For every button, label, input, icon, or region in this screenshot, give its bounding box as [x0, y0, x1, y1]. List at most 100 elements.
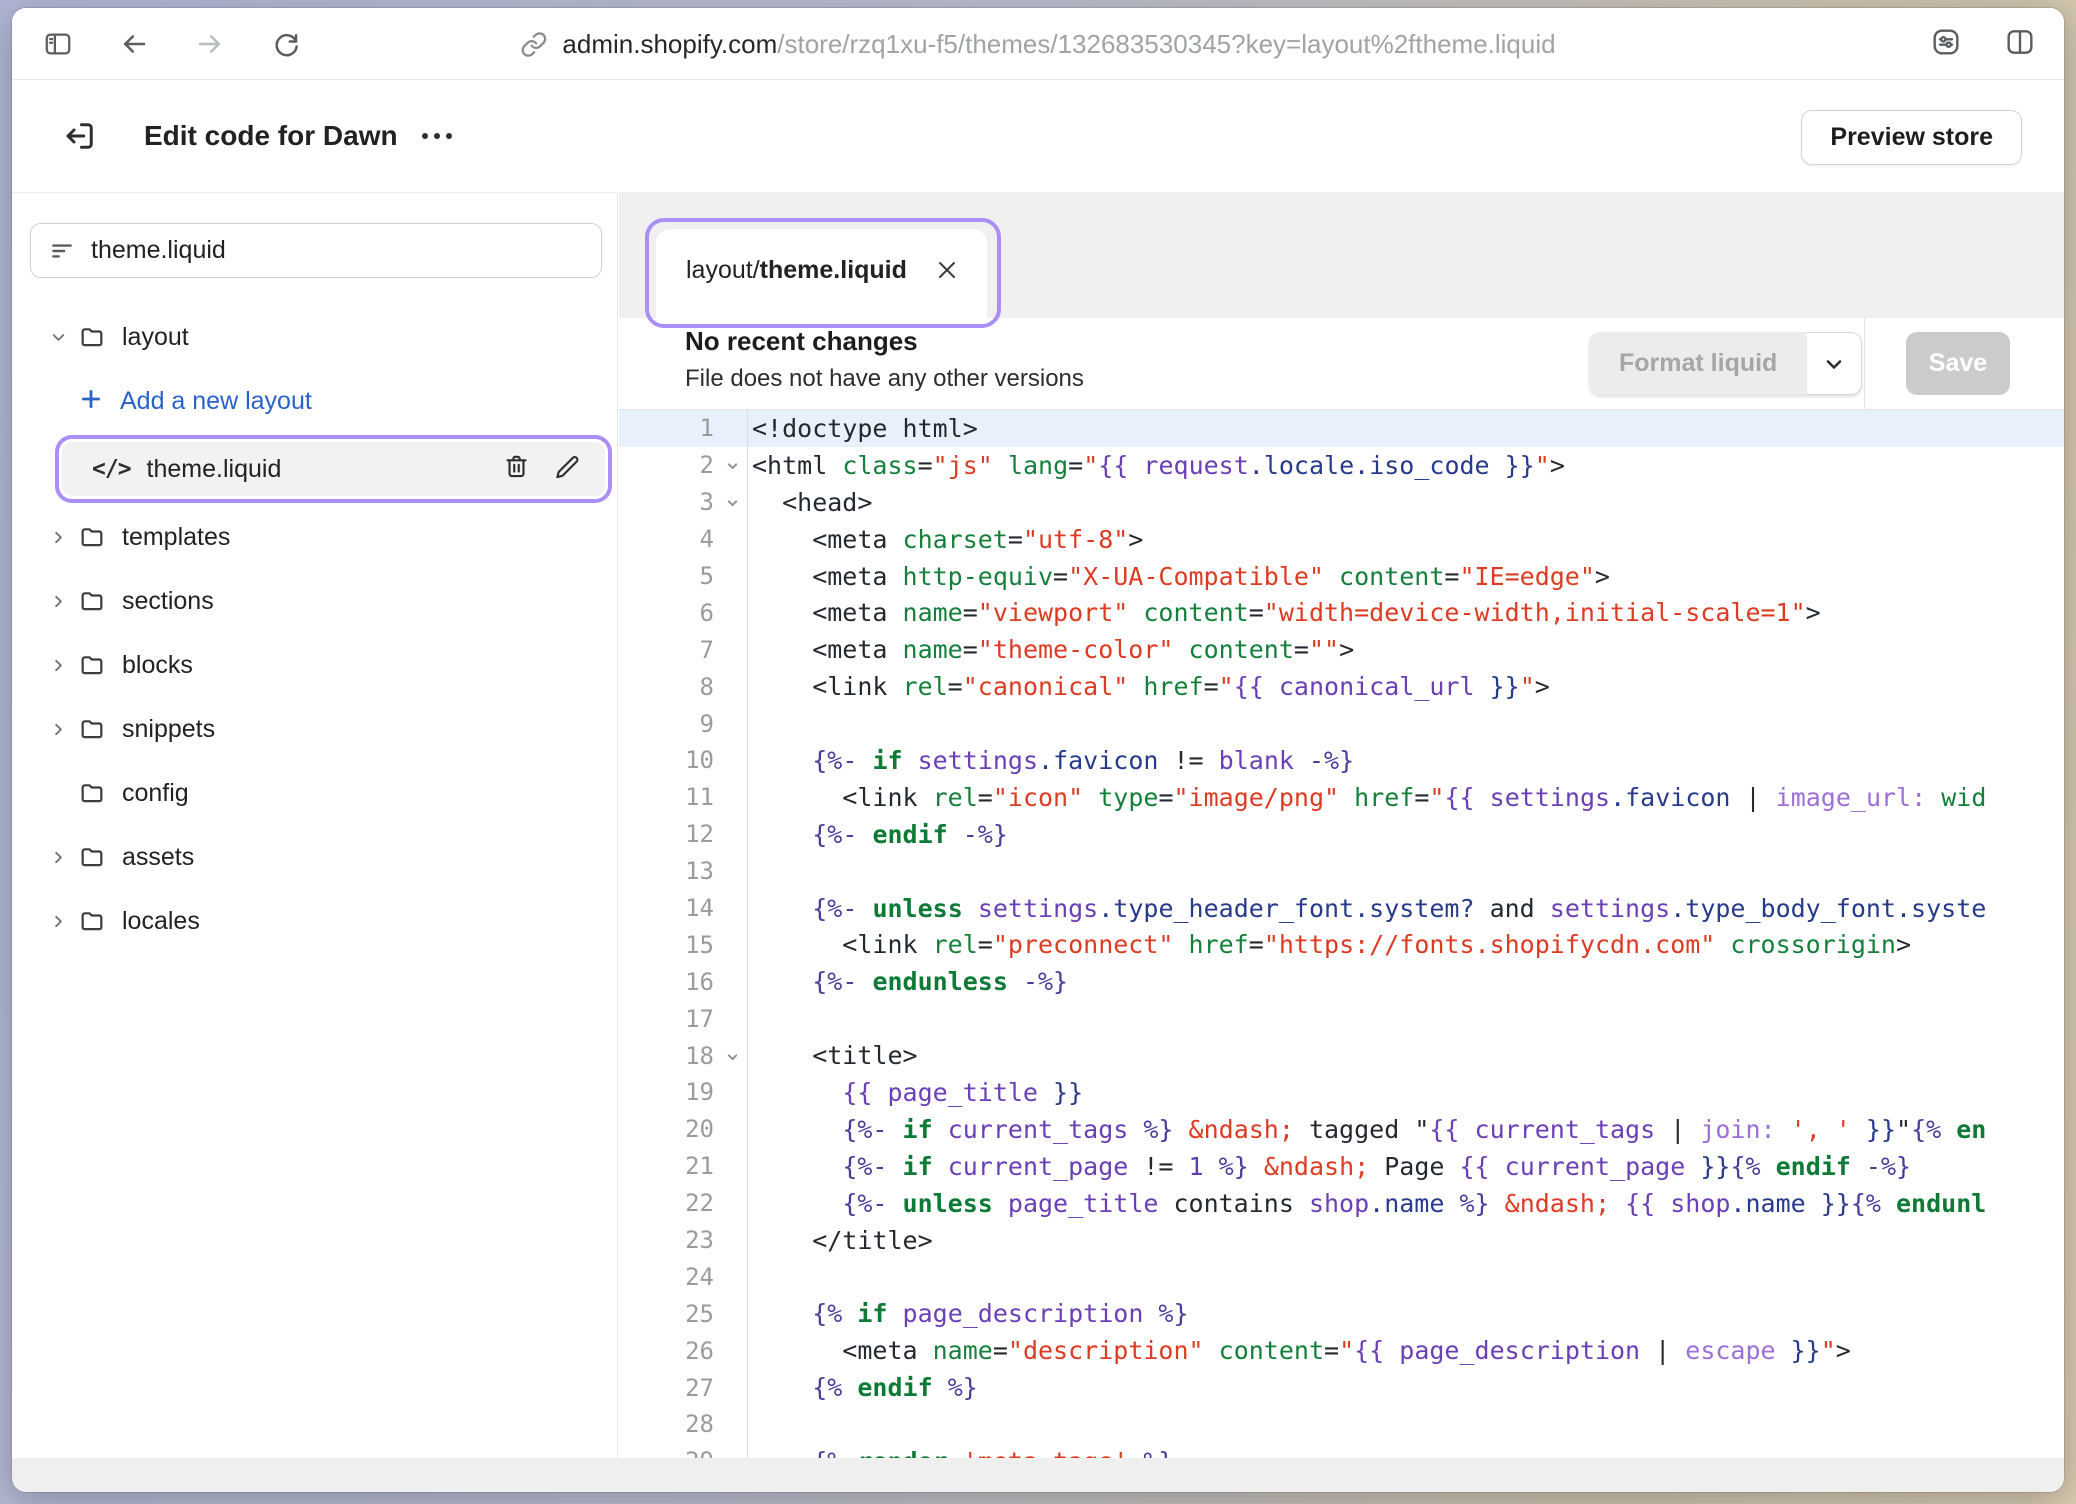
chevron-right-icon[interactable] [48, 720, 68, 739]
line-number[interactable]: 24 [619, 1263, 747, 1291]
code-text: <meta charset="utf-8"> [747, 525, 2064, 554]
line-number[interactable]: 11 [619, 783, 747, 811]
code-line-11[interactable]: 11 <link rel="icon" type="image/png" hre… [619, 779, 2064, 816]
code-line-6[interactable]: 6 <meta name="viewport" content="width=d… [619, 594, 2064, 631]
code-line-20[interactable]: 20 {%- if current_tags %} &ndash; tagged… [619, 1111, 2064, 1148]
line-number[interactable]: 7 [619, 636, 747, 664]
line-number[interactable]: 14 [619, 894, 747, 922]
more-actions-icon[interactable] [412, 116, 462, 156]
sidebar-folder-assets[interactable]: assets [12, 825, 617, 889]
code-line-15[interactable]: 15 <link rel="preconnect" href="https://… [619, 926, 2064, 963]
line-number[interactable]: 13 [619, 857, 747, 885]
line-number[interactable]: 25 [619, 1300, 747, 1328]
code-line-28[interactable]: 28 [619, 1406, 2064, 1443]
search-input[interactable] [91, 236, 583, 265]
fold-arrow-icon[interactable] [725, 1049, 740, 1064]
code-line-19[interactable]: 19 {{ page_title }} [619, 1074, 2064, 1111]
line-number[interactable]: 22 [619, 1189, 747, 1217]
chevron-right-icon[interactable] [48, 912, 68, 931]
code-line-26[interactable]: 26 <meta name="description" content="{{ … [619, 1332, 2064, 1369]
format-dropdown-button[interactable] [1807, 332, 1862, 395]
split-view-icon[interactable] [2004, 26, 2036, 63]
save-button[interactable]: Save [1906, 332, 2010, 395]
exit-editor-icon[interactable] [58, 114, 102, 158]
code-line-18[interactable]: 18 <title> [619, 1037, 2064, 1074]
line-number[interactable]: 28 [619, 1410, 747, 1438]
file-search[interactable] [30, 223, 602, 278]
line-number[interactable]: 15 [619, 931, 747, 959]
add-new-layout-link[interactable]: Add a new layout [12, 369, 617, 433]
code-line-7[interactable]: 7 <meta name="theme-color" content=""> [619, 631, 2064, 668]
sidebar-file-theme.liquid[interactable]: </>theme.liquid [62, 442, 605, 496]
preview-store-button[interactable]: Preview store [1801, 110, 2022, 165]
code-line-9[interactable]: 9 [619, 705, 2064, 742]
page-settings-icon[interactable] [1930, 26, 1962, 63]
line-number[interactable]: 8 [619, 673, 747, 701]
line-number[interactable]: 9 [619, 710, 747, 738]
code-editor[interactable]: 1<!doctype html>2<html class="js" lang="… [619, 410, 2064, 1458]
line-number[interactable]: 21 [619, 1152, 747, 1180]
sidebar-folder-locales[interactable]: locales [12, 889, 617, 953]
sidebar-folder-blocks[interactable]: blocks [12, 633, 617, 697]
code-line-10[interactable]: 10 {%- if settings.favicon != blank -%} [619, 742, 2064, 779]
chevron-right-icon[interactable] [48, 592, 68, 611]
sidebar-folder-sections[interactable]: sections [12, 569, 617, 633]
code-line-21[interactable]: 21 {%- if current_page != 1 %} &ndash; P… [619, 1148, 2064, 1185]
code-line-3[interactable]: 3 <head> [619, 484, 2064, 521]
address-bar[interactable]: admin.shopify.com/store/rzq1xu-f5/themes… [520, 8, 1555, 80]
line-number[interactable]: 12 [619, 820, 747, 848]
format-liquid-button[interactable]: Format liquid [1589, 332, 1807, 395]
line-number[interactable]: 17 [619, 1005, 747, 1033]
line-number[interactable]: 16 [619, 968, 747, 996]
folder-label: blocks [122, 651, 193, 680]
line-number[interactable]: 5 [619, 562, 747, 590]
code-line-12[interactable]: 12 {%- endif -%} [619, 816, 2064, 853]
code-line-17[interactable]: 17 [619, 1000, 2064, 1037]
sidebar-folder-snippets[interactable]: snippets [12, 697, 617, 761]
line-number[interactable]: 4 [619, 525, 747, 553]
line-number[interactable]: 1 [619, 414, 747, 442]
sidebar-folder-layout[interactable]: layout [12, 305, 617, 369]
line-number[interactable]: 6 [619, 599, 747, 627]
chevron-right-icon[interactable] [48, 848, 68, 867]
chevron-right-icon[interactable] [48, 528, 68, 547]
code-line-23[interactable]: 23 </title> [619, 1222, 2064, 1259]
line-number[interactable]: 26 [619, 1337, 747, 1365]
line-number[interactable]: 2 [619, 451, 747, 479]
code-line-2[interactable]: 2<html class="js" lang="{{ request.local… [619, 447, 2064, 484]
reload-icon[interactable] [270, 28, 302, 60]
line-number[interactable]: 18 [619, 1042, 747, 1070]
code-line-25[interactable]: 25 {% if page_description %} [619, 1295, 2064, 1332]
code-line-14[interactable]: 14 {%- unless settings.type_header_font.… [619, 890, 2064, 927]
sidebar-toggle-icon[interactable] [42, 28, 74, 60]
line-number[interactable]: 29 [619, 1447, 747, 1458]
fold-arrow-icon[interactable] [725, 496, 740, 511]
code-line-22[interactable]: 22 {%- unless page_title contains shop.n… [619, 1185, 2064, 1222]
line-number[interactable]: 20 [619, 1115, 747, 1143]
delete-file-icon[interactable] [503, 453, 530, 485]
sidebar-folder-config[interactable]: config [12, 761, 617, 825]
code-line-4[interactable]: 4 <meta charset="utf-8"> [619, 521, 2064, 558]
code-line-16[interactable]: 16 {%- endunless -%} [619, 963, 2064, 1000]
code-line-5[interactable]: 5 <meta http-equiv="X-UA-Compatible" con… [619, 558, 2064, 595]
line-number[interactable]: 10 [619, 746, 747, 774]
tab-theme-liquid[interactable]: layout/theme.liquid [656, 229, 987, 319]
fold-arrow-icon[interactable] [725, 459, 740, 474]
chevron-down-icon[interactable] [48, 328, 68, 347]
code-line-13[interactable]: 13 [619, 853, 2064, 890]
line-number[interactable]: 27 [619, 1374, 747, 1402]
line-number[interactable]: 3 [619, 488, 747, 516]
rename-file-icon[interactable] [554, 453, 581, 485]
line-number[interactable]: 23 [619, 1226, 747, 1254]
back-icon[interactable] [118, 28, 150, 60]
sidebar-folder-templates[interactable]: templates [12, 505, 617, 569]
code-line-24[interactable]: 24 [619, 1258, 2064, 1295]
forward-icon[interactable] [194, 28, 226, 60]
code-line-8[interactable]: 8 <link rel="canonical" href="{{ canonic… [619, 668, 2064, 705]
code-line-29[interactable]: 29 {% render 'meta-tags' %} [619, 1443, 2064, 1458]
chevron-right-icon[interactable] [48, 656, 68, 675]
code-line-1[interactable]: 1<!doctype html> [619, 410, 2064, 447]
close-tab-icon[interactable] [935, 258, 959, 282]
line-number[interactable]: 19 [619, 1078, 747, 1106]
code-line-27[interactable]: 27 {% endif %} [619, 1369, 2064, 1406]
